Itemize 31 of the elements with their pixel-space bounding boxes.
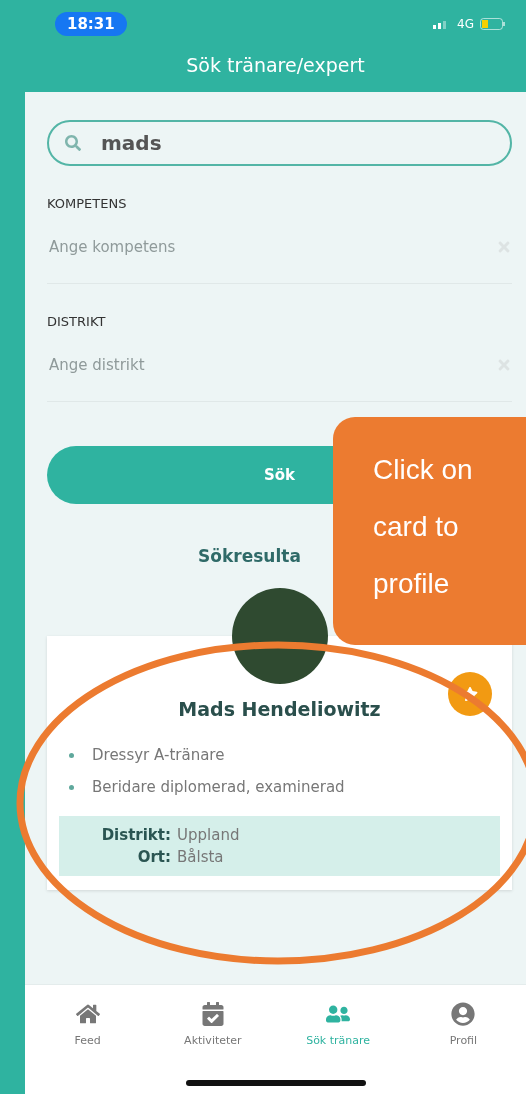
battery-icon bbox=[480, 18, 506, 30]
detail-value: Bålsta bbox=[177, 848, 225, 866]
qualification: Beridare diplomerad, examinerad bbox=[92, 778, 345, 796]
nav-tab[interactable]: Sök tränare bbox=[288, 1001, 389, 1048]
filter-input[interactable]: Ange distrikt bbox=[47, 355, 245, 375]
home-icon bbox=[75, 1002, 100, 1026]
status-time: 18:31 bbox=[55, 12, 127, 36]
screen-title: Sök tränare/expert bbox=[185, 54, 366, 76]
network-type: 4G bbox=[457, 17, 474, 31]
calendar-check-icon bbox=[200, 1002, 225, 1026]
detail-label: Distrikt: bbox=[100, 826, 171, 844]
detail-label: Ort: bbox=[136, 848, 171, 866]
results-heading: Sökresulta bbox=[197, 546, 302, 566]
callout-text: card to bbox=[373, 510, 460, 544]
bullet-icon bbox=[69, 752, 74, 758]
filter-input[interactable]: Ange kompetens bbox=[47, 237, 245, 257]
trainer-card[interactable]: Mads Hendeliowitz Dressyr A-tränare Beridare diplomerad, examinerad Distrikt: Uppland Ort: Bålsta bbox=[47, 636, 512, 890]
filter-label: DISTRIKT bbox=[47, 314, 107, 329]
nav-tab[interactable]: Profil bbox=[413, 1001, 514, 1048]
nav-tab[interactable]: Aktiviteter bbox=[162, 1001, 263, 1048]
trainer-name: Mads Hendeliowitz bbox=[177, 698, 382, 720]
search-field[interactable]: mads bbox=[47, 120, 512, 166]
bullet-icon bbox=[69, 784, 74, 790]
nav-tab[interactable]: Feed bbox=[37, 1001, 138, 1048]
detail-value: Uppland bbox=[177, 826, 241, 844]
qualification: Dressyr A-tränare bbox=[92, 746, 225, 764]
profile-icon bbox=[451, 1002, 476, 1026]
callout-text: profile bbox=[373, 567, 451, 601]
search-icon bbox=[65, 135, 81, 151]
callout-text: Click on bbox=[373, 453, 474, 487]
filter-label: KOMPETENS bbox=[47, 196, 128, 211]
